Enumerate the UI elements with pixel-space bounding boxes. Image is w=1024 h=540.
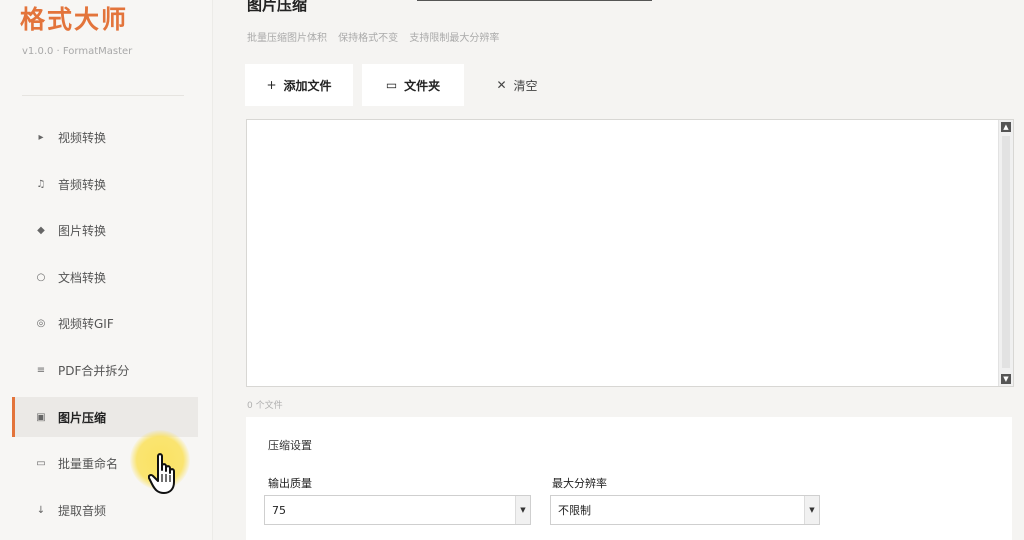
- sidebar-item-label: PDF合并拆分: [58, 363, 130, 378]
- add-file-label: 添加文件: [283, 78, 332, 93]
- compression-settings-panel: 压缩设置 输出质量 最大分辨率 75 ▼ 不限制 ▼: [246, 417, 1012, 540]
- resolution-select[interactable]: 不限制 ▼: [550, 495, 820, 525]
- sidebar-item-video-to-gif[interactable]: ◎ 视频转GIF: [12, 303, 198, 343]
- page-subtitle: 批量压缩图片体积 保持格式不变 支持限制最大分辨率: [247, 33, 500, 44]
- play-icon: ▸: [38, 131, 44, 143]
- compress-icon: ▣: [36, 411, 46, 423]
- page-title: 图片压缩: [247, 0, 308, 14]
- resolution-label: 最大分辨率: [552, 477, 607, 490]
- sidebar: 格式大师 v1.0.0 · FormatMaster ▸ 视频转换 ♫ 音频转换…: [0, 0, 212, 540]
- music-note-icon: ♫: [36, 178, 46, 190]
- scroll-thumb[interactable]: [1002, 136, 1010, 368]
- sidebar-item-label: 图片压缩: [58, 410, 107, 425]
- add-file-button[interactable]: + 添加文件: [245, 64, 353, 106]
- sidebar-item-video-convert[interactable]: ▸ 视频转换: [12, 117, 198, 157]
- circle-icon: ○: [36, 271, 46, 283]
- sidebar-item-image-convert[interactable]: ◆ 图片转换: [12, 210, 198, 250]
- sidebar-item-pdf-merge-split[interactable]: ≡ PDF合并拆分: [12, 350, 198, 390]
- scroll-up-arrow-icon[interactable]: ▲: [1001, 122, 1011, 132]
- close-icon: ✕: [496, 78, 507, 92]
- list-icon: ≡: [36, 364, 46, 376]
- rename-icon: ▭: [36, 457, 46, 469]
- add-folder-label: 文件夹: [404, 78, 441, 93]
- file-list-scrollbar[interactable]: ▲ ▼: [998, 120, 1013, 386]
- app-version: v1.0.0 · FormatMaster: [22, 46, 133, 57]
- sidebar-item-label: 音频转换: [58, 177, 107, 192]
- chevron-down-icon[interactable]: ▼: [515, 496, 530, 524]
- sidebar-item-label: 提取音频: [58, 503, 107, 518]
- sidebar-item-label: 视频转GIF: [58, 316, 114, 331]
- diamond-icon: ◆: [37, 224, 45, 236]
- chevron-down-icon[interactable]: ▼: [804, 496, 819, 524]
- main-content: 图片压缩 批量压缩图片体积 保持格式不变 支持限制最大分辨率 + 添加文件 ▭ …: [212, 0, 1024, 540]
- sidebar-item-audio-convert[interactable]: ♫ 音频转换: [12, 164, 198, 204]
- sidebar-item-label: 文档转换: [58, 270, 107, 285]
- app-title: 格式大师: [20, 5, 129, 34]
- quality-label: 输出质量: [268, 477, 312, 490]
- scroll-down-arrow-icon[interactable]: ▼: [1001, 374, 1011, 384]
- sidebar-divider: [22, 95, 184, 96]
- file-list[interactable]: ▲ ▼: [246, 119, 1014, 387]
- record-icon: ◎: [36, 317, 46, 329]
- settings-title: 压缩设置: [268, 439, 312, 452]
- hand-pointer-icon: [147, 452, 184, 500]
- plus-icon: +: [266, 78, 277, 92]
- header-line: [417, 0, 652, 1]
- clear-label: 清空: [513, 78, 538, 93]
- resolution-value: 不限制: [558, 504, 591, 517]
- quality-select[interactable]: 75 ▼: [264, 495, 531, 525]
- file-count: 0 个文件: [247, 401, 283, 411]
- clear-button[interactable]: ✕ 清空: [482, 64, 552, 106]
- folder-icon: ▭: [385, 78, 398, 92]
- add-folder-button[interactable]: ▭ 文件夹: [362, 64, 464, 106]
- quality-value: 75: [272, 503, 286, 517]
- sidebar-item-label: 图片转换: [58, 223, 107, 238]
- download-arrow-icon: ↓: [36, 504, 46, 516]
- sidebar-item-label: 视频转换: [58, 130, 107, 145]
- sidebar-item-document-convert[interactable]: ○ 文档转换: [12, 257, 198, 297]
- sidebar-item-label: 批量重命名: [58, 456, 119, 471]
- app-window: 格式大师 v1.0.0 · FormatMaster ▸ 视频转换 ♫ 音频转换…: [0, 0, 1024, 540]
